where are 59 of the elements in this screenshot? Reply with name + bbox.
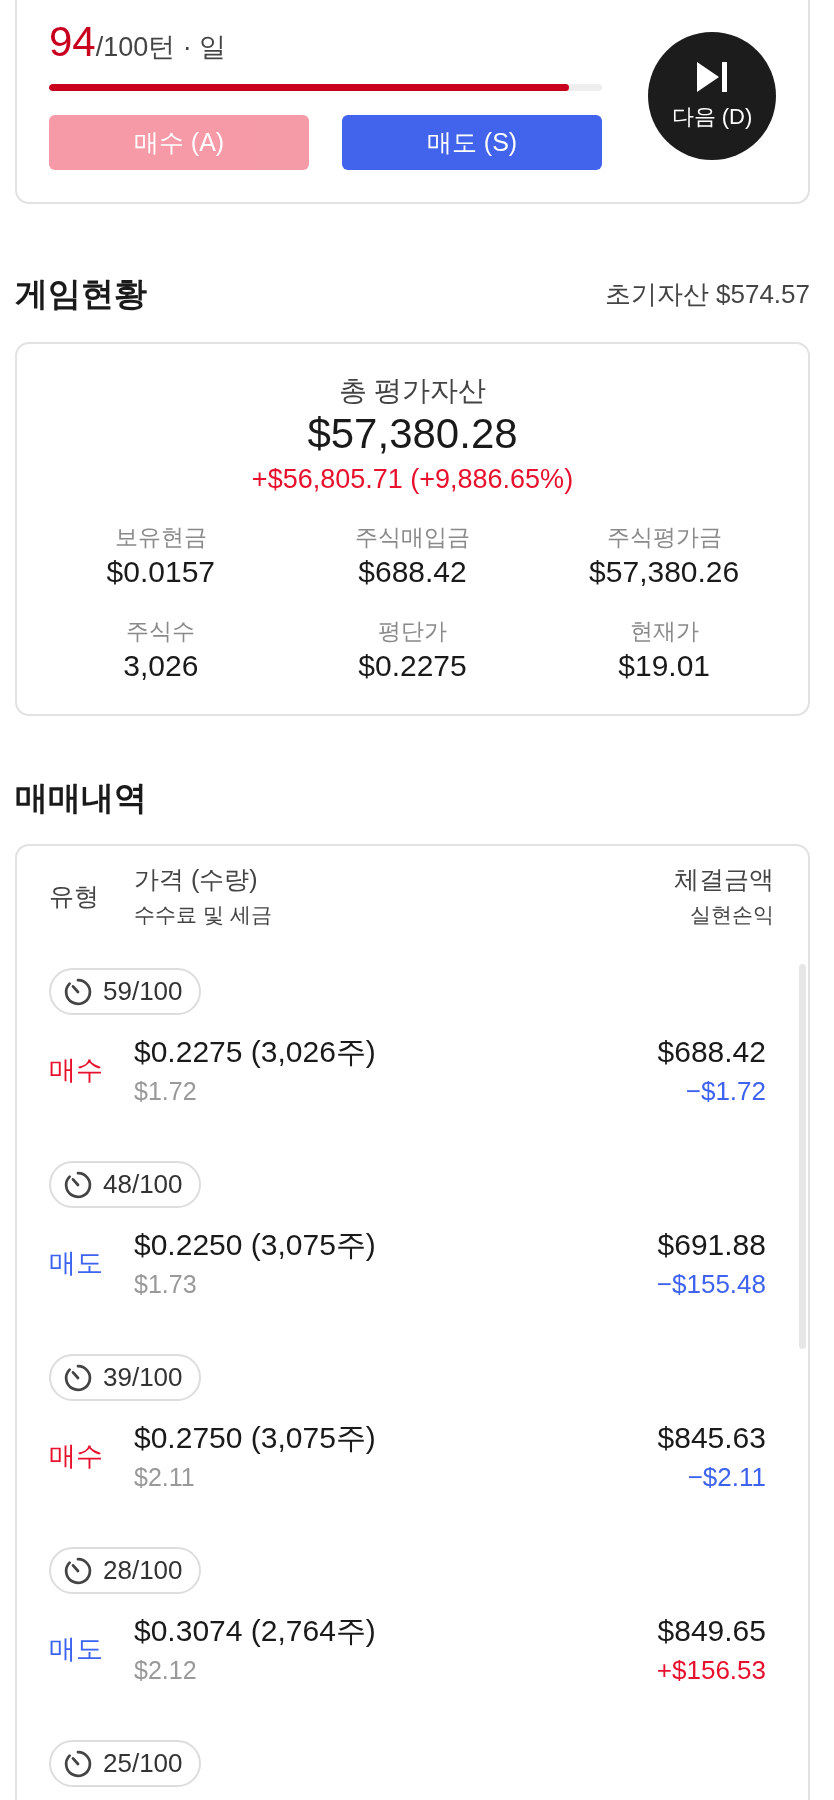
realized-pnl: −$2.11 (687, 1463, 766, 1491)
total-change: +$56,805.71 (+9,886.65%) (250, 463, 575, 496)
scrollbar-thumb[interactable] (799, 964, 806, 1349)
trade-fee: $2.11 (134, 1463, 195, 1491)
turn-number: 28/100 (103, 1555, 183, 1586)
trade-price: $0.2750 (3,075주) (134, 1421, 376, 1455)
trade-type: 매도 (49, 1634, 103, 1664)
trade-type: 매수 (49, 1055, 103, 1085)
stat-label: 현재가 (629, 617, 699, 646)
trade-amount: $688.42 (657, 1035, 766, 1069)
stat-label: 주식평가금 (606, 523, 722, 552)
realized-pnl: −$155.48 (656, 1270, 766, 1298)
timer-icon (63, 1555, 93, 1586)
turn-total: /100턴 · 일 (95, 32, 227, 64)
trade-type: 매도 (49, 1248, 103, 1278)
trade-amount: $849.65 (657, 1614, 766, 1648)
stat-value: $688.42 (358, 554, 467, 590)
trade-fee: $1.73 (134, 1270, 197, 1298)
column-header: 유형 (49, 881, 99, 911)
skip-forward-icon (697, 62, 727, 92)
turn-number: 59/100 (103, 976, 183, 1007)
trade-type: 매수 (49, 1441, 103, 1471)
section-title: 매매내역 (15, 778, 147, 818)
turn-number: 48/100 (103, 1169, 183, 1200)
trade-price: $0.2275 (3,026주) (134, 1035, 376, 1069)
trade-fee: $1.72 (134, 1077, 197, 1105)
trade-price: $0.2250 (3,075주) (134, 1228, 376, 1262)
timer-icon (63, 1169, 93, 1200)
stat-value: 3,026 (123, 648, 199, 684)
column-subheader: 실현손익 (690, 902, 774, 928)
stat-label: 평단가 (378, 617, 447, 646)
stat-value: $57,380.26 (589, 554, 740, 590)
trade-amount: $691.88 (657, 1228, 766, 1262)
turn-number: 25/100 (103, 1748, 183, 1779)
stat-label: 주식매입금 (355, 523, 470, 552)
stat-value: $0.0157 (106, 554, 216, 590)
sell-button[interactable]: 매도 (S) (342, 115, 602, 170)
realized-pnl: +$156.53 (656, 1656, 766, 1684)
trade-fee: $2.12 (134, 1656, 197, 1684)
realized-pnl: −$1.72 (685, 1077, 766, 1105)
stat-label: 주식수 (126, 617, 196, 646)
trade-amount: $845.63 (657, 1421, 766, 1455)
column-header: 가격 (수량) (134, 864, 258, 894)
timer-icon (63, 1362, 93, 1393)
trade-price: $0.3074 (2,764주) (134, 1614, 376, 1648)
total-assets-value: $57,380.28 (306, 410, 519, 458)
timer-icon (63, 1748, 93, 1779)
stat-value: $19.01 (618, 648, 711, 684)
next-turn-button[interactable]: 다음 (D) (648, 32, 776, 160)
current-turn: 94 (49, 22, 96, 62)
column-header: 체결금액 (674, 864, 774, 894)
initial-assets: 초기자산 $574.57 (604, 277, 810, 311)
stat-label: 보유현금 (114, 523, 207, 552)
timer-icon (63, 976, 93, 1007)
section-title: 게임현황 (15, 274, 147, 314)
stat-value: $0.2275 (358, 648, 467, 684)
column-subheader: 수수료 및 세금 (134, 902, 272, 928)
turn-number: 39/100 (103, 1362, 183, 1393)
total-assets-label: 총 평가자산 (337, 374, 488, 408)
